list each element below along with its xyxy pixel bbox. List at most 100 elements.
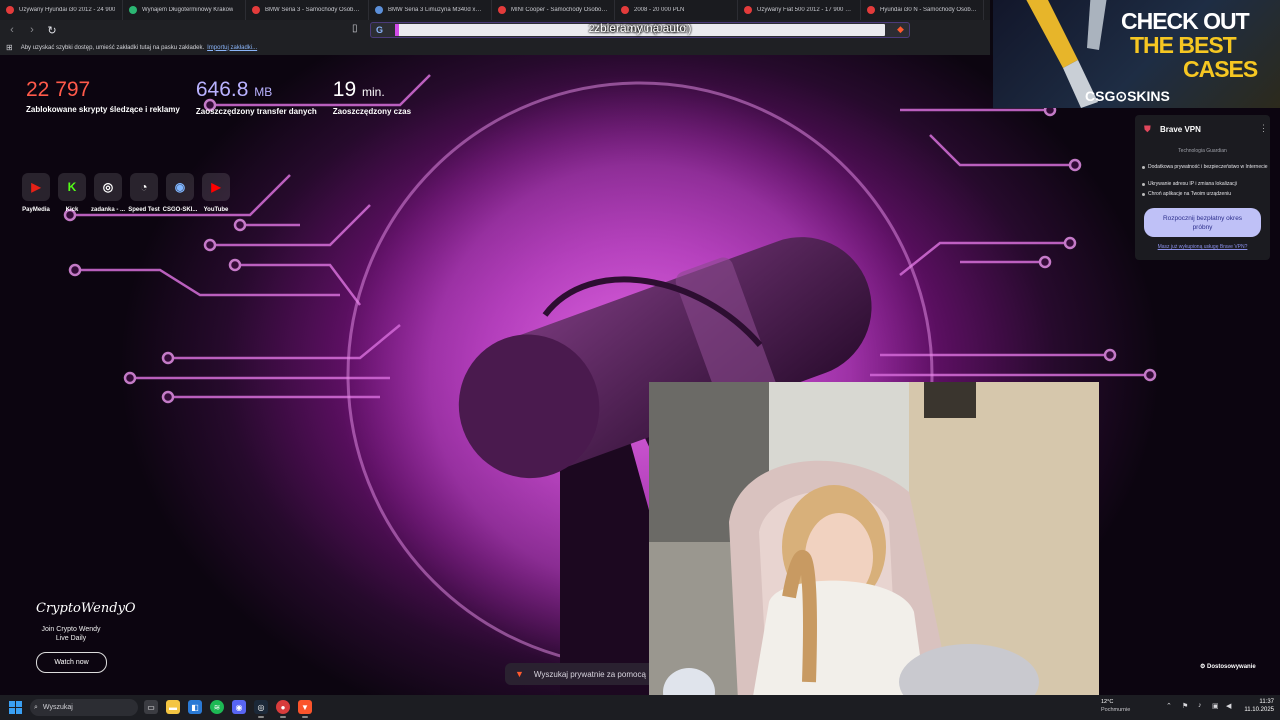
vpn-technology-label: Technologia Guardian bbox=[1178, 148, 1227, 154]
sponsor-text-line2: Live Daily bbox=[55, 635, 87, 642]
bookmarks-bar: ⊞ Aby uzyskać szybki dostęp, umieść zakł… bbox=[0, 40, 990, 55]
stat-unit: MB bbox=[254, 85, 273, 99]
top-site-icon: ▶ bbox=[22, 173, 50, 201]
browser-tab[interactable]: Wynajem Długoterminowy Krakow bbox=[123, 0, 246, 20]
tab-favicon-icon bbox=[252, 6, 260, 14]
circuit-trace bbox=[75, 268, 340, 297]
stat-label: Zablokowane skrypty śledzące i reklamy bbox=[26, 105, 180, 114]
tab-label: BMW Seria 3 Limuzyna M340d xDrive bbox=[388, 7, 485, 13]
brave-vpn-widget: ⛊ Brave VPN ⋮ Technologia Guardian Dodat… bbox=[1135, 115, 1270, 260]
private-search-box[interactable]: ▼ Wyszukaj prywatnie za pomocą bbox=[505, 663, 650, 685]
tab-label: Używany Hyundai i30 2012 - 24 900 bbox=[19, 7, 116, 13]
top-site-tile[interactable]: ▶ YouTube bbox=[202, 173, 230, 213]
circuit-node bbox=[1143, 368, 1157, 382]
tab-favicon-icon bbox=[744, 6, 752, 14]
vpn-feature: Ukrywanie adresu IP i zmiana lokalizacji bbox=[1142, 181, 1268, 188]
tab-favicon-icon bbox=[621, 6, 629, 14]
back-button[interactable]: ‹ bbox=[4, 22, 20, 38]
discord-icon[interactable]: ◉ bbox=[232, 700, 246, 714]
browser-tab[interactable]: Hyundai i30 N - Samochody Osobowe bbox=[861, 0, 984, 20]
steam-icon[interactable]: ◎ bbox=[254, 700, 268, 718]
taskbar-search-label: Wyszukaj bbox=[42, 704, 73, 711]
circuit-node bbox=[233, 218, 247, 232]
stat-value: 646.8 MB bbox=[196, 77, 317, 105]
tab-label: 2008 - 20 000 PLN bbox=[634, 7, 685, 13]
stat-number: 646.8 bbox=[195, 78, 249, 101]
circuit-node bbox=[1038, 255, 1052, 269]
ad-brand: CSG⊙SKINS bbox=[1085, 88, 1170, 104]
task-view-icon[interactable]: ▭ bbox=[144, 700, 158, 714]
top-site-icon: K bbox=[58, 173, 86, 201]
ad-headline-2: THE BEST bbox=[1130, 32, 1237, 58]
vpn-existing-link[interactable]: Masz już wykupioną usługę Brave VPN? bbox=[1135, 244, 1270, 250]
top-site-tile[interactable]: ◉ CSGO-SKI... bbox=[163, 173, 197, 213]
circuit-node bbox=[228, 258, 242, 272]
ad-banner: CHECK OUT THE BEST CASES CSG⊙SKINS bbox=[993, 0, 1280, 108]
stat-block: 19 min. Zaoszczędzony czas bbox=[333, 77, 411, 116]
tab-label: Używany Fiat 500 2012 - 17 900 PLN bbox=[757, 7, 854, 13]
browser-tab[interactable]: Używany Hyundai i30 2012 - 24 900 bbox=[0, 0, 123, 20]
browser-tab[interactable]: MINI Cooper - Samochody Osobowe bbox=[492, 0, 615, 20]
top-site-tile[interactable]: ◎ zadanka - ... bbox=[91, 173, 126, 213]
top-site-tile[interactable]: ◔ Speed Test bbox=[128, 173, 160, 213]
browser-tab[interactable]: 2008 - 20 000 PLN bbox=[615, 0, 738, 20]
circuit-node bbox=[1103, 348, 1117, 362]
tab-label: BMW Seria 3 - Samochody Osobowe bbox=[265, 7, 362, 13]
import-bookmarks-link[interactable]: Importuj zakładki... bbox=[207, 45, 257, 51]
watch-now-button[interactable]: Watch now bbox=[36, 652, 107, 673]
circuit-trace bbox=[929, 134, 1075, 167]
circuit-node bbox=[161, 390, 175, 404]
microphone-icon[interactable]: ♪ bbox=[1198, 702, 1202, 709]
top-site-label: PayMedia bbox=[22, 207, 50, 213]
spotify-icon[interactable]: ≋ bbox=[210, 700, 224, 714]
browser-tab[interactable]: Używany Fiat 500 2012 - 17 900 PLN bbox=[738, 0, 861, 20]
obs-icon[interactable]: ● bbox=[276, 700, 290, 718]
apps-grid-icon[interactable]: ⊞ bbox=[6, 43, 13, 52]
circuit-node bbox=[161, 351, 175, 365]
webcam-feed bbox=[649, 382, 1099, 720]
browser-tab[interactable]: BMW Seria 3 - Samochody Osobowe bbox=[246, 0, 369, 20]
network-icon[interactable]: ▣ bbox=[1212, 702, 1219, 710]
stream-title: zbieramy na auto bbox=[593, 21, 687, 35]
stat-number: 22 797 bbox=[26, 78, 91, 101]
vpn-shield-icon: ⛊ bbox=[1144, 124, 1151, 134]
volume-icon[interactable]: ◀ bbox=[1226, 702, 1231, 710]
browser-tab[interactable]: BMW Seria 3 Limuzyna M340d xDrive bbox=[369, 0, 492, 20]
tray-chevron-icon[interactable]: ⌃ bbox=[1166, 702, 1172, 710]
top-site-icon: ◉ bbox=[166, 173, 194, 201]
brave-browser-icon[interactable]: ▼ bbox=[298, 700, 312, 718]
clock-time[interactable]: 11:37 bbox=[1242, 699, 1274, 705]
vpn-title: Brave VPN bbox=[1160, 125, 1201, 134]
tab-strip: Używany Hyundai i30 2012 - 24 900 Wynajem… bbox=[0, 0, 990, 20]
stat-value: 19 min. bbox=[333, 77, 411, 105]
store-icon[interactable]: ◧ bbox=[188, 700, 202, 714]
tab-favicon-icon bbox=[375, 6, 383, 14]
bookmark-icon[interactable]: ▯ bbox=[352, 23, 358, 34]
top-site-label: YouTube bbox=[203, 207, 229, 213]
browser-toolbar: ‹ › ↻ ▯ G 24.20 / 3000 (0.81%) ◆ zbieram… bbox=[0, 20, 990, 40]
brave-logo-icon: ▼ bbox=[515, 669, 524, 679]
vpn-menu-icon[interactable]: ⋮ bbox=[1259, 123, 1268, 134]
weather-description: Pochmurnie bbox=[1101, 707, 1131, 713]
reload-button[interactable]: ↻ bbox=[44, 22, 60, 38]
vpn-trial-button[interactable]: Rozpocznij bezpłatny okres próbny bbox=[1144, 208, 1261, 237]
top-site-tile[interactable]: K Kick bbox=[58, 173, 86, 213]
top-sites: ▶ PayMedia K Kick ◎ zadanka - ... ◔ Speed Test ◉… bbox=[22, 173, 230, 213]
tab-label: Hyundai i30 N - Samochody Osobowe bbox=[880, 7, 977, 13]
stat-value: 22 797 bbox=[26, 77, 180, 103]
forward-button[interactable]: › bbox=[24, 22, 40, 38]
tab-label: MINI Cooper - Samochody Osobowe bbox=[511, 7, 608, 13]
brave-shields-icon[interactable]: ◆ bbox=[897, 24, 904, 35]
windows-start-icon[interactable] bbox=[9, 701, 22, 714]
search-icon: ⌕ bbox=[34, 703, 38, 711]
top-site-label: zadanka - ... bbox=[91, 207, 126, 213]
top-site-tile[interactable]: ▶ PayMedia bbox=[22, 173, 50, 213]
clock-date[interactable]: 11.10.2025 bbox=[1236, 707, 1274, 713]
network-alt-icon[interactable]: ⚑ bbox=[1182, 702, 1188, 710]
taskbar-search[interactable]: ⌕ Wyszukaj bbox=[30, 699, 138, 716]
privacy-stats: 22 797 Zablokowane skrypty śledzące i rek… bbox=[26, 77, 411, 116]
top-site-label: Kick bbox=[65, 207, 79, 213]
customize-button[interactable]: ⚙ Dostosowywanie bbox=[1200, 663, 1256, 670]
sponsor-logo: CryptoWendyO bbox=[36, 601, 136, 616]
file-explorer-icon[interactable]: ▬ bbox=[166, 700, 180, 714]
